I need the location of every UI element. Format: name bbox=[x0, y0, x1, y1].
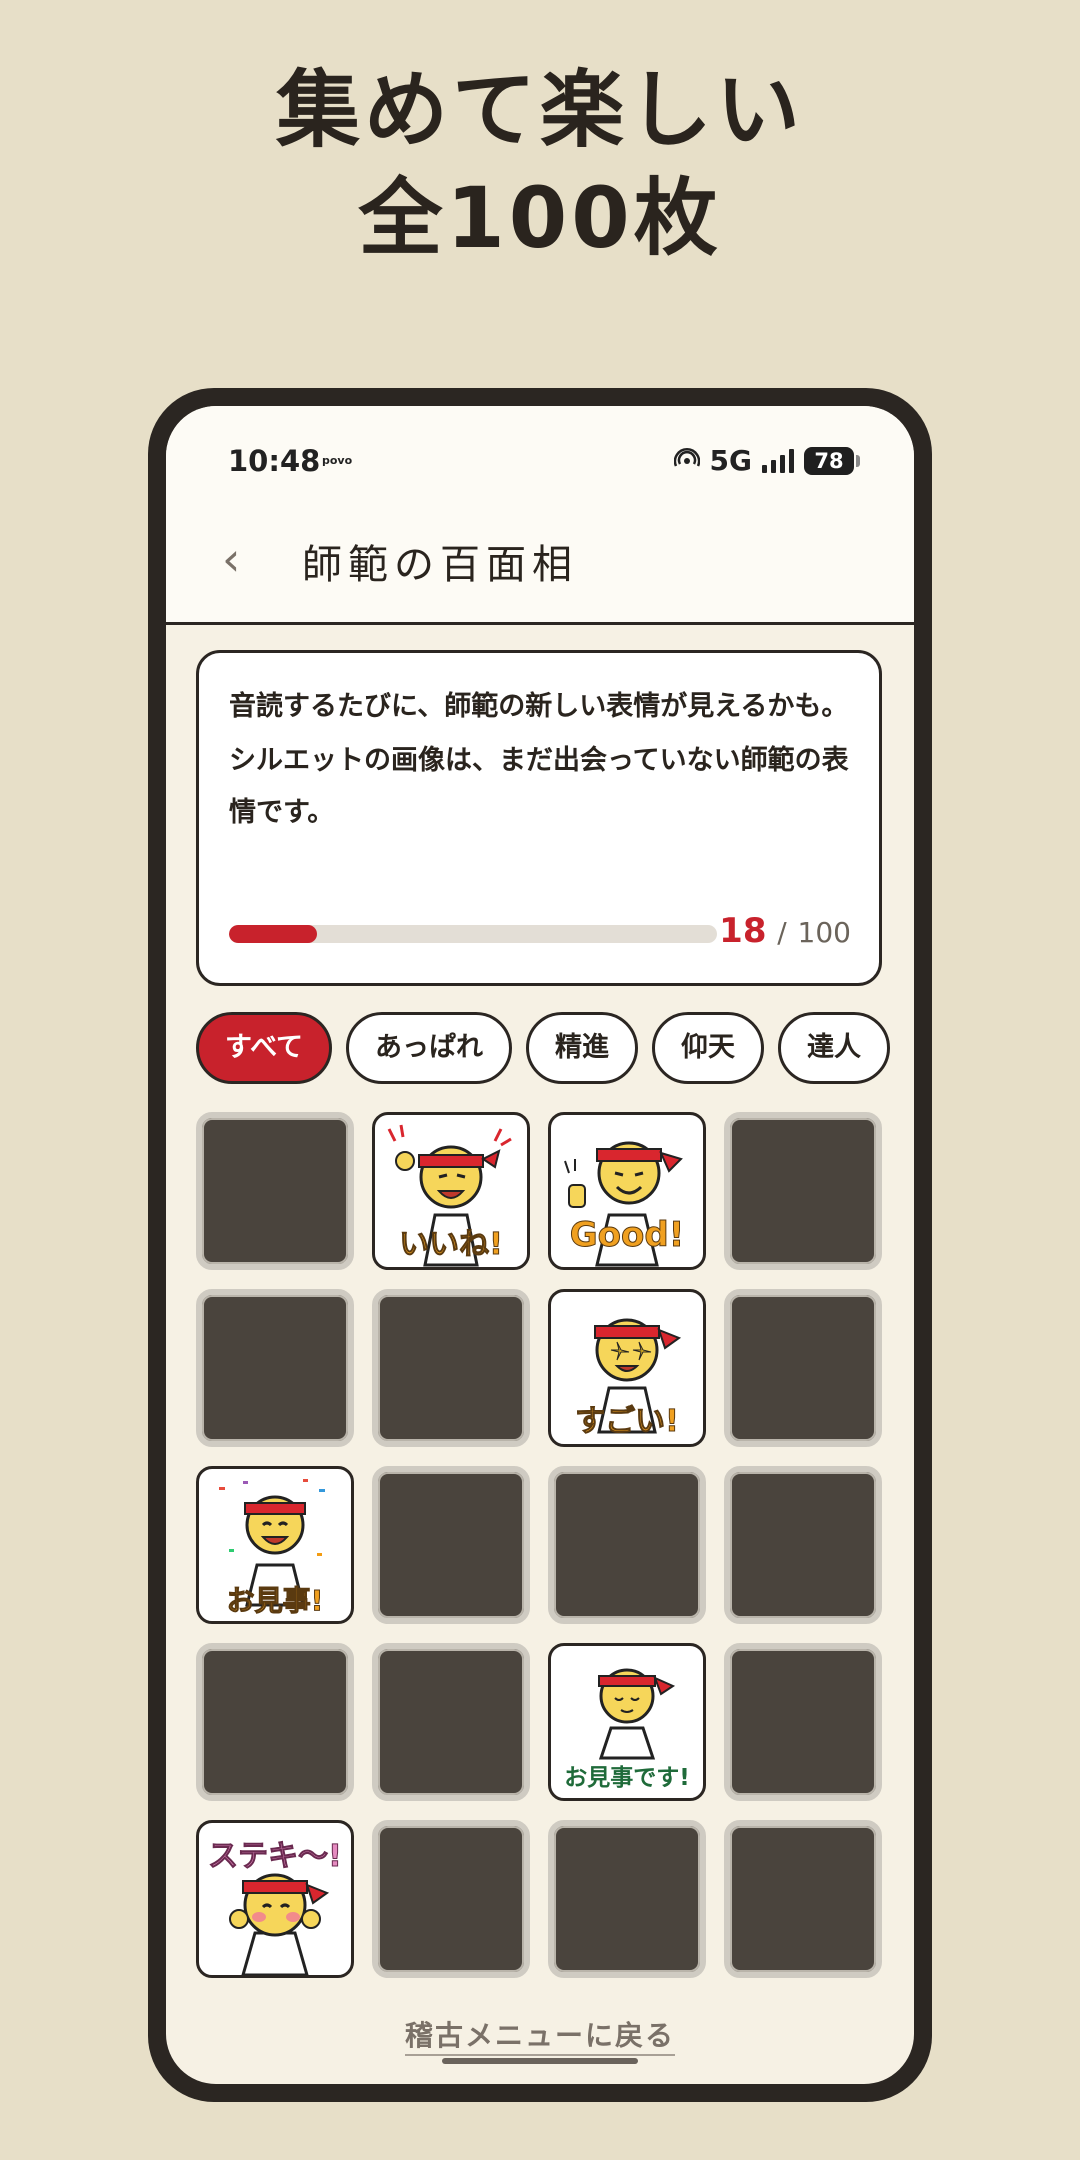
info-paragraph-1: 音読するたびに、師範の新しい表情が見えるかも。 bbox=[229, 691, 849, 722]
promo-headline: 集めて楽しい 全100枚 bbox=[0, 56, 1080, 272]
info-paragraph-2: シルエットの画像は、まだ出会っていない師範の表情です。 bbox=[229, 745, 849, 828]
sticker-good[interactable]: Good! bbox=[548, 1112, 706, 1270]
sticker-slot-locked[interactable] bbox=[196, 1112, 354, 1270]
promo-line-1: 集めて楽しい bbox=[275, 61, 804, 159]
battery-icon: 78 bbox=[804, 446, 860, 475]
sticker-slot-locked[interactable] bbox=[724, 1112, 882, 1270]
phone-frame: 10:48 povo 5G 78 ‹ 師範の百面相 音読するたびに、師範の新しい… bbox=[148, 388, 932, 2102]
info-text: 音読するたびに、師範の新しい表情が見えるかも。 シルエットの画像は、まだ出会って… bbox=[229, 681, 849, 841]
status-time: 10:48 bbox=[228, 444, 321, 478]
filter-gyoten[interactable]: 仰天 bbox=[652, 1012, 765, 1084]
sticker-caption: いいね! bbox=[399, 1227, 504, 1263]
sticker-caption: すごい! bbox=[575, 1404, 680, 1440]
filter-chips: すべて あっぱれ 精進 仰天 達人 bbox=[196, 1012, 914, 1088]
status-bar: 10:48 povo 5G 78 bbox=[166, 436, 914, 486]
sticker-slot-locked[interactable] bbox=[724, 1466, 882, 1624]
sticker-slot-locked[interactable] bbox=[372, 1466, 530, 1624]
promo-line-2: 全100枚 bbox=[358, 169, 722, 267]
filter-appare[interactable]: あっぱれ bbox=[346, 1012, 513, 1084]
sticker-omigoto[interactable]: お見事! bbox=[196, 1466, 354, 1624]
sticker-slot-locked[interactable] bbox=[548, 1466, 706, 1624]
sticker-caption: Good! bbox=[569, 1215, 685, 1256]
hotspot-icon bbox=[673, 446, 700, 476]
signal-icon bbox=[762, 448, 794, 473]
total-count: 100 bbox=[797, 916, 851, 949]
sticker-omigotodesu[interactable]: お見事です! bbox=[548, 1643, 706, 1801]
sticker-grid: いいね! Good! すごい! お見事! お見事です! ステキ〜! bbox=[196, 1112, 882, 1978]
back-button[interactable]: ‹ bbox=[222, 536, 240, 582]
progress-fill bbox=[229, 925, 317, 943]
count-separator: / bbox=[777, 916, 787, 949]
sticker-slot-locked[interactable] bbox=[372, 1289, 530, 1447]
back-to-menu-label: 稽古メニューに戻る bbox=[404, 2019, 675, 2056]
sticker-caption: お見事! bbox=[226, 1584, 324, 1618]
sticker-slot-locked[interactable] bbox=[548, 1820, 706, 1978]
sticker-iine[interactable]: いいね! bbox=[372, 1112, 530, 1270]
filter-tatsujin[interactable]: 達人 bbox=[778, 1012, 891, 1084]
network-type: 5G bbox=[709, 444, 752, 477]
sticker-slot-locked[interactable] bbox=[724, 1289, 882, 1447]
info-card: 音読するたびに、師範の新しい表情が見えるかも。 シルエットの画像は、まだ出会って… bbox=[196, 650, 882, 986]
sticker-suteki[interactable]: ステキ〜! bbox=[196, 1820, 354, 1978]
progress-count: 18 / 100 bbox=[719, 911, 851, 951]
carrier-label: povo bbox=[322, 454, 353, 467]
sticker-slot-locked[interactable] bbox=[372, 1820, 530, 1978]
home-indicator[interactable] bbox=[442, 2058, 638, 2064]
status-indicators: 5G 78 bbox=[673, 444, 860, 477]
sticker-slot-locked[interactable] bbox=[372, 1643, 530, 1801]
sticker-slot-locked[interactable] bbox=[196, 1289, 354, 1447]
sticker-sugoi[interactable]: すごい! bbox=[548, 1289, 706, 1447]
app-screen: 10:48 povo 5G 78 ‹ 師範の百面相 音読するたびに、師範の新しい… bbox=[166, 406, 914, 2084]
app-header: 10:48 povo 5G 78 ‹ 師範の百面相 bbox=[166, 406, 914, 625]
sticker-caption: お見事です! bbox=[564, 1765, 690, 1791]
filter-all[interactable]: すべて bbox=[196, 1012, 333, 1084]
sticker-slot-locked[interactable] bbox=[724, 1820, 882, 1978]
collected-count: 18 bbox=[719, 911, 767, 951]
filter-shojin[interactable]: 精進 bbox=[526, 1012, 639, 1084]
back-to-menu-link[interactable]: 稽古メニューに戻る bbox=[166, 2014, 914, 2056]
page-title: 師範の百面相 bbox=[302, 542, 578, 588]
sticker-slot-locked[interactable] bbox=[196, 1643, 354, 1801]
collection-progress-bar bbox=[229, 925, 717, 943]
sticker-slot-locked[interactable] bbox=[724, 1643, 882, 1801]
sticker-caption: ステキ〜! bbox=[208, 1839, 343, 1875]
